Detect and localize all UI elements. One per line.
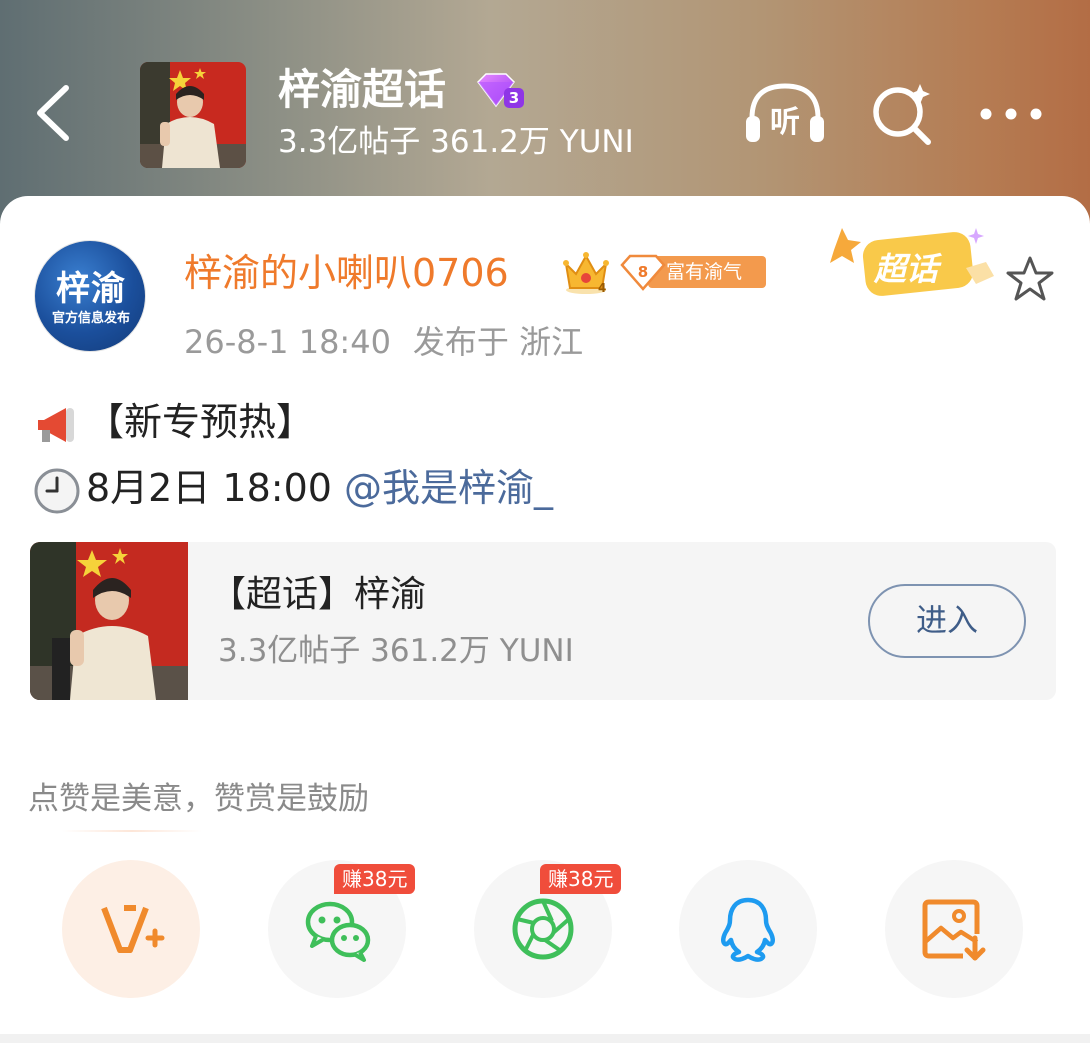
topic-thumbnail xyxy=(30,542,188,700)
post-line: 8月2日 18:00 @我是梓渝_ xyxy=(32,462,553,516)
post-text: 8月2日 18:00 xyxy=(86,466,345,510)
earn-badge: 赚38元 xyxy=(334,864,416,894)
crown-icon: 4 xyxy=(563,252,609,295)
topic-avatar[interactable] xyxy=(140,62,246,168)
post-location: 发布于 浙江 xyxy=(412,323,584,361)
qq-icon xyxy=(721,897,775,962)
level-number: 3 xyxy=(509,89,519,107)
v-plus-icon xyxy=(101,905,165,953)
post-time: 26-8-1 18:40 xyxy=(184,323,391,361)
topic-card-title: 【超话】梓渝 xyxy=(210,574,427,615)
post-meta: 26-8-1 18:40 发布于 浙江 xyxy=(184,320,583,364)
earn-badge: 赚38元 xyxy=(540,864,622,894)
level-gem-icon: 3 xyxy=(477,73,524,108)
enter-button[interactable]: 进入 xyxy=(868,584,1026,658)
share-save-image-button[interactable] xyxy=(885,860,1023,998)
headphones-listen-icon[interactable]: 听 xyxy=(744,80,826,146)
fan-level-number: 8 xyxy=(637,263,649,281)
post-line: 【新专预热】 xyxy=(32,396,314,450)
wechat-icon xyxy=(305,901,371,962)
hint-underline xyxy=(62,830,202,832)
topic-card-stats: 3.3亿帖子 361.2万 YUNI xyxy=(218,633,574,669)
topic-stats: 3.3亿帖子 361.2万 YUNI xyxy=(278,124,634,160)
moments-icon xyxy=(512,898,574,960)
save-image-icon xyxy=(922,899,986,961)
back-arrow-icon[interactable] xyxy=(26,78,86,148)
favorite-star-icon[interactable] xyxy=(1004,254,1056,304)
post-text: 【新专预热】 xyxy=(86,400,315,444)
reward-hint: 点赞是美意，赞赏是鼓励 xyxy=(28,781,369,817)
user-mention-link[interactable]: @我是梓渝_ xyxy=(344,466,553,510)
search-sparkle-icon[interactable] xyxy=(868,80,936,148)
author-avatar[interactable]: 梓渝 官方信息发布 xyxy=(34,240,146,352)
megaphone-icon xyxy=(38,407,74,442)
bottom-divider xyxy=(0,1034,1090,1043)
topic-link-card[interactable]: 【超话】梓渝 3.3亿帖子 361.2万 YUNI 进入 xyxy=(30,542,1056,700)
share-v-plus-button[interactable] xyxy=(62,860,200,998)
chaohua-badge: 超话 xyxy=(826,218,998,308)
share-qq-button[interactable] xyxy=(679,860,817,998)
topic-title: 梓渝超话 xyxy=(278,65,447,114)
author-name[interactable]: 梓渝的小喇叭0706 xyxy=(184,248,509,298)
avatar-text: 梓渝 xyxy=(56,269,126,309)
listen-label: 听 xyxy=(770,105,800,140)
fan-level-badge: 8 富有渝气 xyxy=(618,253,768,291)
avatar-subtext: 官方信息发布 xyxy=(51,311,130,326)
more-dots-icon[interactable] xyxy=(976,96,1046,132)
crown-level: 4 xyxy=(598,281,606,295)
fan-title: 富有渝气 xyxy=(666,261,743,283)
chaohua-label: 超话 xyxy=(874,250,939,288)
clock-icon xyxy=(34,468,80,513)
